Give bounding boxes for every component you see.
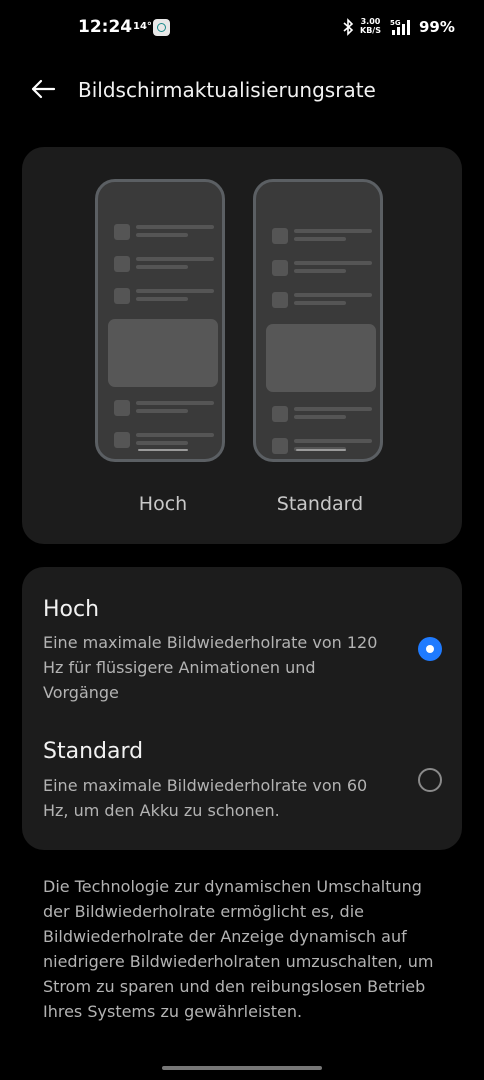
preview-content-block [266,324,376,392]
network-speed-value: 3.00 [360,17,381,26]
preview-list-row [114,288,214,304]
option-title: Standard [43,739,144,764]
preview-home-indicator [296,449,346,451]
preview-list-row [114,256,214,272]
refresh-rate-preview-card: Hoch Standard [22,147,462,544]
option-standard[interactable]: Standard Eine maximale Bildwiederholrate… [22,715,462,850]
option-title: Hoch [43,597,100,622]
phone-preview-hoch [95,179,225,462]
preview-list-row [272,292,372,308]
status-temperature: 14° [133,21,152,32]
radio-standard-unselected[interactable] [418,768,442,792]
notification-app-icon [153,19,170,36]
refresh-rate-options-card: Hoch Eine maximale Bildwiederholrate von… [22,567,462,850]
radio-hoch-selected[interactable] [418,637,442,661]
preview-content-block [108,319,218,387]
option-hoch[interactable]: Hoch Eine maximale Bildwiederholrate von… [22,567,462,715]
preview-list-row [114,432,214,448]
network-speed-unit: KB/S [360,26,381,35]
page-title: Bildschirmaktualisierungsrate [78,78,376,102]
gesture-navigation-handle[interactable] [162,1066,322,1070]
preview-list-row [272,438,372,454]
status-bar: 12:24 14° 3.00 KB/S 5G 99% [0,0,484,56]
option-description: Eine maximale Bildwiederholrate von 60 H… [43,776,368,820]
back-arrow-icon[interactable] [30,76,56,102]
preview-list-row [272,406,372,422]
signal-5g-icon: 5G [390,19,410,35]
preview-label-standard: Standard [276,493,364,515]
preview-list-row [114,400,214,416]
footnote-description: Die Technologie zur dynamischen Umschalt… [43,877,434,1021]
svg-text:5G: 5G [390,19,401,27]
network-speed: 3.00 KB/S [360,17,381,35]
preview-list-row [272,228,372,244]
phone-preview-standard [253,179,383,462]
preview-list-row [114,224,214,240]
bluetooth-icon [343,18,354,36]
preview-home-indicator [138,449,188,451]
preview-label-hoch: Hoch [138,493,188,515]
option-description: Eine maximale Bildwiederholrate von 120 … [43,633,378,702]
app-header: Bildschirmaktualisierungsrate [0,62,484,118]
preview-list-row [272,260,372,276]
status-time: 12:24 [78,17,133,37]
battery-level: 99% [419,18,455,36]
